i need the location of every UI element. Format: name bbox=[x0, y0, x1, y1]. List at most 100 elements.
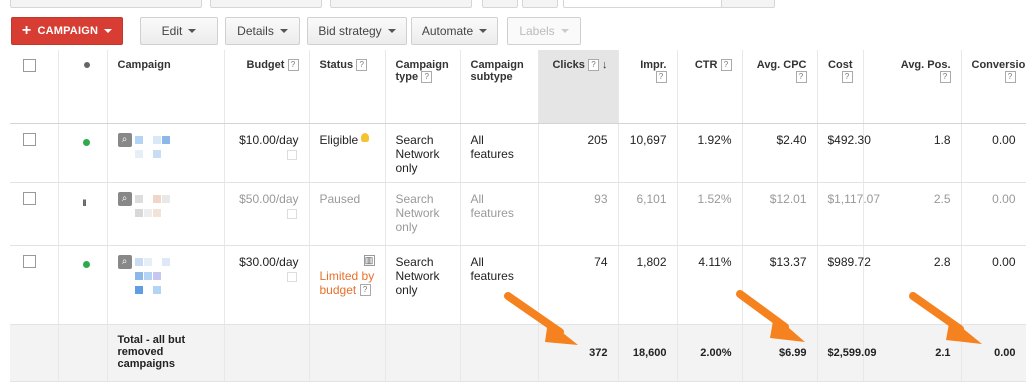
help-icon[interactable]: ? bbox=[1005, 71, 1016, 83]
total-clicks: 372 bbox=[538, 324, 618, 381]
clicks-cell: 74 bbox=[538, 245, 618, 324]
cost-cell: $1,117.07 bbox=[817, 182, 863, 245]
row-status-cell bbox=[58, 123, 107, 182]
help-icon[interactable]: ? bbox=[288, 59, 299, 71]
row-checkbox[interactable] bbox=[23, 133, 36, 146]
campaign-subtype-value: All features bbox=[471, 133, 514, 161]
campaign-toolbar: + CAMPAIGN Edit Details Bid strategy Aut… bbox=[0, 10, 1026, 50]
help-icon[interactable]: ? bbox=[360, 284, 371, 296]
top-control[interactable] bbox=[210, 0, 322, 8]
ctr-cell: 4.11% bbox=[677, 245, 742, 324]
automate-button[interactable]: Automate bbox=[411, 17, 498, 45]
pause-icon[interactable]: II bbox=[83, 198, 86, 208]
cost-header-label: Cost bbox=[828, 59, 852, 71]
avg-cpc-cell: $2.40 bbox=[742, 123, 817, 182]
campaign-header[interactable]: Campaign bbox=[107, 50, 224, 123]
campaign-type-value: Search Network only bbox=[396, 255, 440, 297]
campaign-name-redacted[interactable] bbox=[135, 133, 171, 161]
top-control[interactable] bbox=[10, 0, 202, 8]
clicks-header-label: Clicks bbox=[552, 59, 584, 71]
impr-cell: 6,101 bbox=[618, 182, 677, 245]
top-control[interactable] bbox=[482, 0, 518, 8]
avg-cpc-header[interactable]: Avg. CPC? bbox=[742, 50, 817, 123]
enabled-status-icon[interactable] bbox=[83, 139, 90, 146]
row-checkbox[interactable] bbox=[23, 192, 36, 205]
budget-cell[interactable]: $10.00/day bbox=[224, 123, 309, 182]
help-icon[interactable]: ? bbox=[588, 59, 599, 71]
labels-label: Labels bbox=[519, 24, 554, 38]
table-row[interactable]: II ⌕ $50.00/day Paused Search Network on… bbox=[10, 182, 1026, 245]
row-checkbox[interactable] bbox=[23, 255, 36, 268]
total-empty-cell bbox=[10, 324, 58, 381]
campaign-name-redacted[interactable] bbox=[135, 255, 171, 297]
impr-header[interactable]: Impr. ? bbox=[618, 50, 677, 123]
total-empty-cell bbox=[58, 324, 107, 381]
magnifier-icon[interactable]: ⌕ bbox=[118, 133, 132, 147]
total-empty-cell bbox=[224, 324, 309, 381]
edit-button[interactable]: Edit bbox=[140, 17, 218, 45]
help-icon[interactable]: ? bbox=[842, 71, 853, 83]
help-icon[interactable]: ? bbox=[940, 71, 951, 83]
select-all-checkbox[interactable] bbox=[23, 59, 36, 72]
campaign-subtype-header[interactable]: Campaign subtype bbox=[460, 50, 538, 123]
bid-strategy-button[interactable]: Bid strategy bbox=[307, 17, 407, 45]
status-cell: ▥Limited by budget ? bbox=[309, 245, 385, 324]
ctr-header[interactable]: CTR ? bbox=[677, 50, 742, 123]
enabled-status-icon[interactable] bbox=[83, 261, 90, 268]
campaign-name-redacted[interactable] bbox=[135, 192, 171, 220]
campaign-name-cell[interactable]: ⌕ bbox=[107, 182, 224, 245]
status-header-label: Status bbox=[320, 59, 354, 71]
help-icon[interactable]: ? bbox=[656, 71, 667, 83]
help-icon[interactable]: ? bbox=[796, 71, 807, 83]
avg-cpc-cell: $12.01 bbox=[742, 182, 817, 245]
campaign-type-header[interactable]: Campaign type ? bbox=[385, 50, 460, 123]
conversions-header-label: Conversions bbox=[972, 59, 1026, 71]
conversions-header[interactable]: Conversions ? bbox=[961, 50, 1026, 123]
magnifier-icon[interactable]: ⌕ bbox=[118, 192, 132, 206]
help-icon[interactable]: ? bbox=[421, 71, 432, 83]
status-header[interactable]: Status ? bbox=[309, 50, 385, 123]
help-icon[interactable]: ? bbox=[356, 59, 367, 71]
cost-cell: $492.30 bbox=[817, 123, 863, 182]
magnifier-icon[interactable]: ⌕ bbox=[118, 255, 132, 269]
row-status-cell: II bbox=[58, 182, 107, 245]
automate-label: Automate bbox=[422, 24, 473, 38]
budget-header[interactable]: Budget ? bbox=[224, 50, 309, 123]
campaign-type-value: Search Network only bbox=[396, 133, 440, 175]
top-control[interactable] bbox=[330, 0, 472, 8]
campaign-name-cell[interactable]: ⌕ bbox=[107, 245, 224, 324]
avg-pos-header-label: Avg. Pos. bbox=[901, 59, 951, 71]
caret-down-icon bbox=[479, 29, 487, 33]
campaign-name-cell[interactable]: ⌕ bbox=[107, 123, 224, 182]
total-empty-cell bbox=[385, 324, 460, 381]
top-control[interactable] bbox=[522, 0, 558, 8]
edit-budget-icon[interactable] bbox=[287, 209, 297, 219]
details-button[interactable]: Details bbox=[225, 17, 300, 45]
total-conversions: 0.00 bbox=[961, 324, 1026, 381]
select-all-header bbox=[10, 50, 58, 123]
lightbulb-icon[interactable] bbox=[361, 133, 369, 142]
campaign-type-value: Search Network only bbox=[396, 192, 440, 234]
edit-budget-icon[interactable] bbox=[287, 272, 297, 282]
top-input[interactable] bbox=[563, 0, 723, 8]
plus-icon: + bbox=[22, 25, 32, 37]
budget-value: $30.00/day bbox=[239, 255, 298, 269]
table-row[interactable]: ⌕ $30.00/day ▥Limited by budget ? Search… bbox=[10, 245, 1026, 324]
top-control[interactable] bbox=[721, 0, 775, 8]
bar-chart-icon[interactable]: ▥ bbox=[364, 255, 375, 266]
add-campaign-button[interactable]: + CAMPAIGN bbox=[11, 17, 123, 45]
cost-header[interactable]: Cost ? bbox=[817, 50, 863, 123]
labels-button[interactable]: Labels bbox=[507, 17, 581, 45]
clicks-cell: 205 bbox=[538, 123, 618, 182]
total-ctr: 2.00% bbox=[677, 324, 742, 381]
table-row[interactable]: ⌕ $10.00/day Eligible Search Network onl… bbox=[10, 123, 1026, 182]
budget-cell[interactable]: $30.00/day bbox=[224, 245, 309, 324]
edit-budget-icon[interactable] bbox=[287, 150, 297, 160]
ctr-cell: 1.92% bbox=[677, 123, 742, 182]
avg-pos-header[interactable]: Avg. Pos.? bbox=[863, 50, 961, 123]
budget-cell[interactable]: $50.00/day bbox=[224, 182, 309, 245]
row-select-cell bbox=[10, 123, 58, 182]
help-icon[interactable]: ? bbox=[721, 59, 732, 71]
clicks-header[interactable]: Clicks ? ↓ bbox=[538, 50, 618, 123]
table-header-row: Campaign Budget ? Status ? Campaign type… bbox=[10, 50, 1026, 123]
